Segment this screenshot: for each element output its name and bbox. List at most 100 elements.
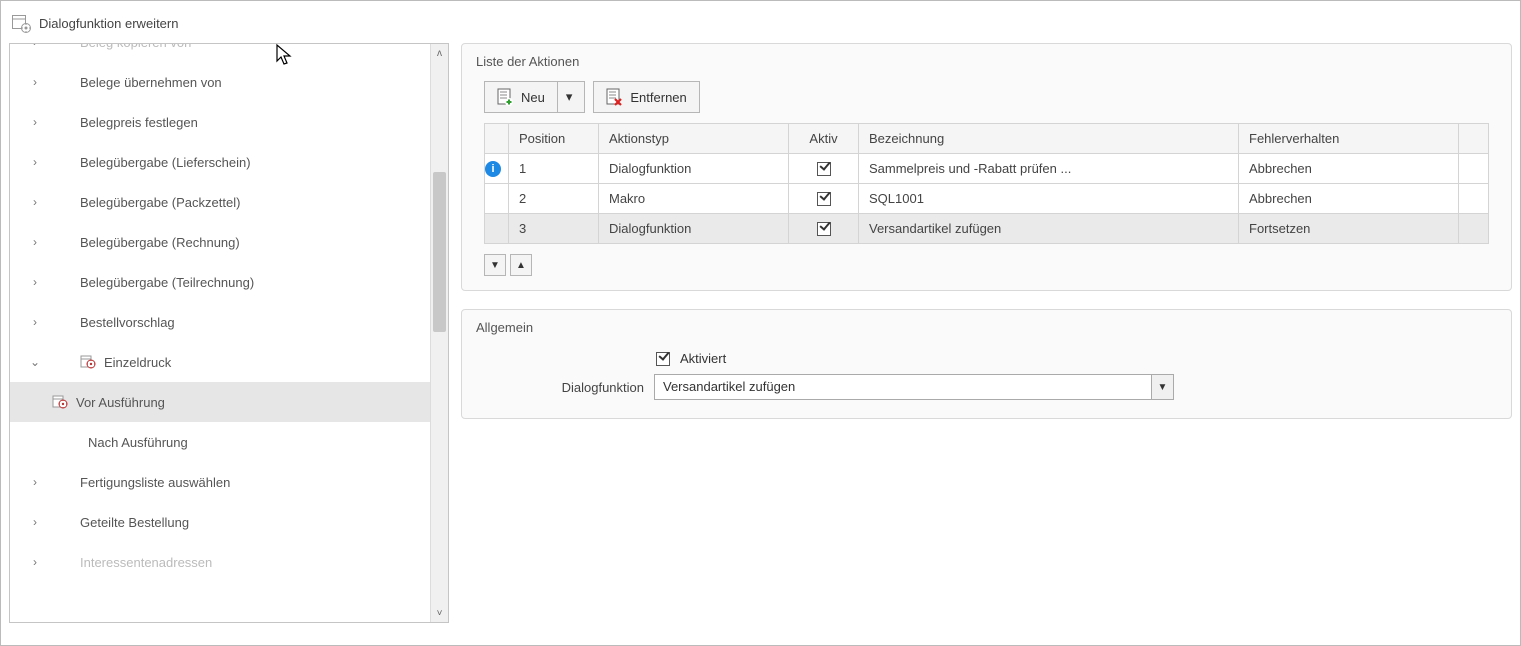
col-position[interactable]: Position (509, 124, 599, 154)
tree-expander-icon[interactable]: › (26, 75, 44, 89)
remove-button-label: Entfernen (630, 90, 686, 105)
titlebar: Dialogfunktion erweitern (9, 9, 1512, 43)
tree-expander-icon[interactable]: › (26, 115, 44, 129)
remove-button[interactable]: Entfernen (593, 81, 699, 113)
dialogfunction-label: Dialogfunktion (484, 380, 644, 395)
tree-item[interactable]: › Geteilte Bestellung (10, 502, 430, 542)
tree-expander-icon[interactable]: › (26, 555, 44, 569)
cell-position: 2 (509, 184, 599, 214)
col-description[interactable]: Bezeichnung (859, 124, 1239, 154)
tree-item[interactable]: ⌄ Einzeldruck (10, 342, 430, 382)
cell-error: Abbrechen (1239, 184, 1459, 214)
tree-item[interactable]: › Belegpreis festlegen (10, 102, 430, 142)
scroll-down-arrow[interactable]: ˅ (431, 604, 448, 622)
tree-item[interactable]: › Belegübergabe (Lieferschein) (10, 142, 430, 182)
active-checkbox[interactable] (817, 192, 831, 206)
tree-item-label: Vor Ausführung (76, 395, 165, 410)
tree-item-label: Belegübergabe (Packzettel) (80, 195, 240, 210)
tree-item-label: Bestellvorschlag (80, 315, 175, 330)
activated-row: Aktiviert (476, 347, 1497, 370)
new-button-dropdown[interactable]: ▾ (557, 82, 573, 112)
document-add-icon (497, 88, 513, 106)
tree-item-label: Beleg kopieren von (80, 44, 191, 50)
tree-expander-icon[interactable]: › (26, 475, 44, 489)
table-row[interactable]: i1Dialogfunktion Sammelpreis und -Rabatt … (485, 154, 1489, 184)
tree-expander-icon[interactable]: ⌄ (26, 355, 44, 369)
tree-item[interactable]: › Belegübergabe (Teilrechnung) (10, 262, 430, 302)
tree-item[interactable]: › Beleg kopieren von (10, 44, 430, 62)
tree-expander-icon[interactable]: › (26, 315, 44, 329)
tree-item-label: Belegübergabe (Rechnung) (80, 235, 240, 250)
cell-position: 3 (509, 214, 599, 244)
col-active[interactable]: Aktiv (789, 124, 859, 154)
gear-page-icon (80, 353, 98, 371)
tree-expander-icon[interactable]: › (26, 275, 44, 289)
tree-item[interactable]: › Belegübergabe (Packzettel) (10, 182, 430, 222)
scroll-thumb[interactable] (433, 172, 446, 332)
cell-description: SQL1001 (859, 184, 1239, 214)
info-icon: i (485, 161, 501, 177)
tree-item-label: Einzeldruck (104, 355, 171, 370)
scroll-up-arrow[interactable]: ʌ (431, 44, 448, 62)
document-remove-icon (606, 88, 622, 106)
col-error[interactable]: Fehlerverhalten (1239, 124, 1459, 154)
tree-item-label: Belegübergabe (Teilrechnung) (80, 275, 254, 290)
window-title: Dialogfunktion erweitern (39, 16, 178, 31)
dialog-window: Dialogfunktion erweitern › Beleg kopieren… (0, 0, 1521, 646)
actions-section-title: Liste der Aktionen (462, 44, 1511, 81)
actions-table: Position Aktionstyp Aktiv Bezeichnung Fe… (484, 123, 1489, 244)
tree-item[interactable]: Vor Ausführung (10, 382, 430, 422)
move-down-button[interactable]: ▼ (484, 254, 506, 276)
cell-error: Abbrechen (1239, 154, 1459, 184)
dialogfunction-row: Dialogfunktion Versandartikel zufügen ▼ (476, 370, 1497, 404)
window-icon (11, 13, 31, 33)
actions-toolbar: Neu ▾ (476, 81, 1497, 123)
cell-type: Dialogfunktion (599, 214, 789, 244)
active-checkbox[interactable] (817, 222, 831, 236)
activated-checkbox[interactable] (656, 352, 670, 366)
dialogfunction-combo[interactable]: Versandartikel zufügen ▼ (654, 374, 1174, 400)
tree-item[interactable]: › Fertigungsliste auswählen (10, 462, 430, 502)
general-section-title: Allgemein (462, 310, 1511, 347)
cell-position: 1 (509, 154, 599, 184)
tree-expander-icon[interactable]: › (26, 515, 44, 529)
dialogfunction-combo-dropdown[interactable]: ▼ (1151, 375, 1173, 399)
tree-expander-icon[interactable]: › (26, 155, 44, 169)
gear-page-icon (52, 393, 70, 411)
actions-section: Liste der Aktionen (461, 43, 1512, 291)
cell-type: Makro (599, 184, 789, 214)
tree-item-label: Nach Ausführung (88, 435, 188, 450)
tree-item[interactable]: › Belege übernehmen von (10, 62, 430, 102)
tree-item-label: Belegpreis festlegen (80, 115, 198, 130)
function-tree[interactable]: › Beleg kopieren von › Belege übernehmen vo… (10, 44, 430, 582)
active-checkbox[interactable] (817, 162, 831, 176)
tree-item-label: Interessentenadressen (80, 555, 212, 570)
tree-expander-icon[interactable]: › (26, 195, 44, 209)
tree-item[interactable]: Nach Ausführung (10, 422, 430, 462)
table-row[interactable]: 3DialogfunktionVersandartikel zufügenFor… (485, 214, 1489, 244)
tree-item-label: Fertigungsliste auswählen (80, 475, 230, 490)
table-row[interactable]: 2Makro SQL1001Abbrechen (485, 184, 1489, 214)
tree-panel: › Beleg kopieren von › Belege übernehmen vo… (9, 43, 449, 623)
tree-scrollbar[interactable]: ʌ ˅ (430, 44, 448, 622)
move-up-button[interactable]: ▲ (510, 254, 532, 276)
tree-item-label: Belege übernehmen von (80, 75, 222, 90)
general-section: Allgemein Aktiviert Dialogfunktion Versa… (461, 309, 1512, 419)
cell-type: Dialogfunktion (599, 154, 789, 184)
tree-expander-icon[interactable]: › (26, 235, 44, 249)
table-header-row: Position Aktionstyp Aktiv Bezeichnung Fe… (485, 124, 1489, 154)
tree-item[interactable]: › Interessentenadressen (10, 542, 430, 582)
new-button[interactable]: Neu ▾ (484, 81, 585, 113)
new-button-label: Neu (521, 90, 545, 105)
scroll-track[interactable] (431, 62, 448, 604)
dialogfunction-combo-value: Versandartikel zufügen (655, 375, 1151, 399)
tree-item-label: Belegübergabe (Lieferschein) (80, 155, 251, 170)
tree-item[interactable]: › Belegübergabe (Rechnung) (10, 222, 430, 262)
tree-item-label: Geteilte Bestellung (80, 515, 189, 530)
activated-label: Aktiviert (680, 351, 726, 366)
col-type[interactable]: Aktionstyp (599, 124, 789, 154)
cell-description: Sammelpreis und -Rabatt prüfen ... (859, 154, 1239, 184)
tree-expander-icon[interactable]: › (26, 44, 44, 49)
tree-item[interactable]: › Bestellvorschlag (10, 302, 430, 342)
cell-error: Fortsetzen (1239, 214, 1459, 244)
